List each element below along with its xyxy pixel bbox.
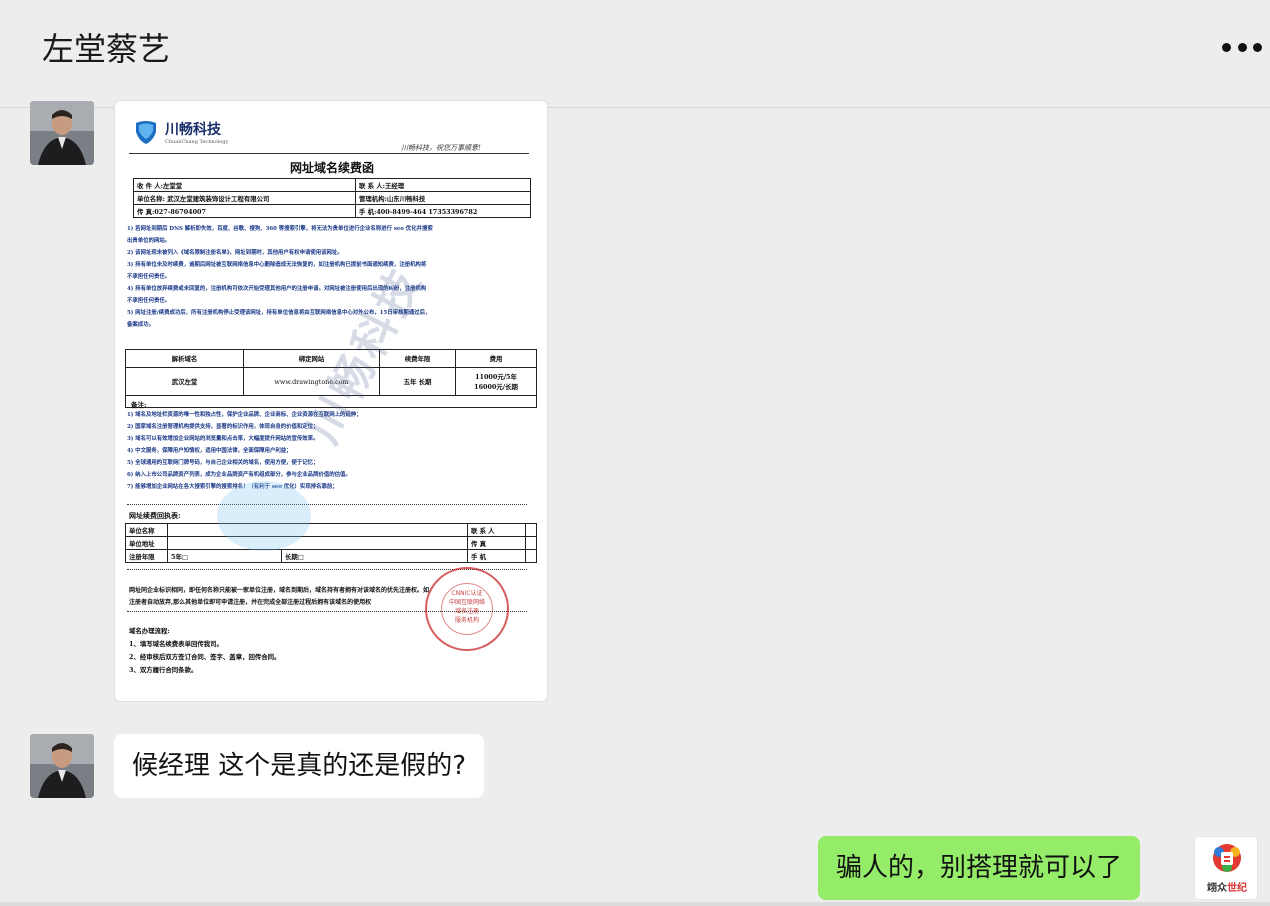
receipt-fax-value	[524, 536, 538, 550]
note-line: 1) 若网址到期后 DNS 解析即失效，百度、谷歌、搜狗、360 等搜索引擎，将…	[127, 226, 433, 232]
benefit-line: 7) 能够增加企业网站在各大搜索引擎的搜索排名！（有利于 seo 优化）实现排名…	[127, 484, 338, 490]
receipt-table: 单位名称 联 系 人 单位地址 传 真 注册年限 5年□ 长期□ 手 机	[125, 523, 538, 563]
info-contact: 联 系 人:王经理	[355, 178, 531, 192]
remarks-label: 备注:	[131, 401, 147, 409]
seal-line: CNNIC认证	[451, 590, 483, 597]
receipt-fax-label: 传 真	[466, 536, 526, 550]
input-area-edge	[0, 902, 1270, 906]
receipt-address-label: 单位地址	[125, 536, 168, 550]
notes-list: 1) 若网址到期后 DNS 解析即失效，百度、谷歌、搜狗、360 等搜索引擎，将…	[127, 223, 535, 331]
chat-header: 左堂蔡艺	[0, 0, 1270, 108]
receipt-contact-value	[524, 523, 538, 537]
info-fax: 传 真:027-86704007	[133, 204, 356, 218]
logo-name: 川畅科技	[165, 122, 221, 138]
message-bubble-sent[interactable]: 骗人的，别搭理就可以了	[818, 836, 1141, 900]
fee-cell: 11000元/5年 16000元/长期	[455, 367, 537, 396]
process-title: 域名办理流程:	[129, 627, 170, 635]
process-step: 2、经审核后双方签订合同、签字、盖章，回传合同。	[129, 653, 281, 661]
fee-header: 费用	[455, 349, 537, 368]
seal-line: 域名注册	[454, 608, 479, 615]
receipt-company-label: 单位名称	[125, 523, 168, 537]
info-company: 单位名称: 武汉左堂建筑装饰设计工程有限公司	[133, 191, 356, 205]
message-text: 候经理 这个是真的还是假的?	[132, 751, 467, 781]
process-section: 域名办理流程: 1、填写域名续费表单回传我司。 2、经审核后双方签订合同、签字、…	[129, 625, 280, 677]
brand-name: 翊众世纪	[1207, 883, 1247, 894]
red-seal-stamp: CNNIC认证 中国互联网络 域名注册 服务机构	[425, 567, 509, 651]
image-message[interactable]: 川畅科技 ChuanChang Technology 川畅科技，祝您万事顺意! …	[114, 100, 548, 702]
more-dots-icon[interactable]	[1222, 40, 1262, 54]
note-line: 不承担任何责任。	[127, 298, 171, 304]
shield-logo-icon	[136, 121, 156, 144]
info-recipient: 收 件 人:左堂堂	[133, 178, 356, 192]
benefit-line: 6) 纳入上市公司品牌资产列表，成为企业品牌资产有机组成部分，参与企业品牌价值的…	[127, 472, 351, 478]
fee-long-term: 16000元/长期	[474, 382, 518, 391]
avatar[interactable]	[30, 101, 94, 165]
info-mobile: 手 机:400-8499-464 17353396782	[355, 204, 531, 218]
receipt-years-label: 注册年限	[125, 549, 168, 563]
receipt-five-years: 5年□	[167, 549, 282, 563]
receipt-address-value	[167, 536, 468, 550]
dotted-divider	[127, 504, 527, 505]
note-line: 5) 网址注册/续费成功后，所有注册机构停止受理该网址，持有单位信息将由互联网络…	[127, 310, 431, 316]
message-text: 骗人的，别搭理就可以了	[836, 853, 1123, 883]
avatar[interactable]	[30, 734, 94, 798]
info-manager-org: 管理机构:山东川畅科技	[355, 191, 531, 205]
note-line: 2) 该网址现未被列入《域名限制注册名单》，网址到期时，其他用户有权申请使用该网…	[127, 250, 343, 256]
seal-line: 服务机构	[454, 617, 479, 624]
benefit-line: 5) 全球通用的互联网门牌号码，与自己企业相关的域名，使用方便，便于记忆；	[127, 460, 319, 466]
receipt-company-value	[167, 523, 468, 537]
process-step: 1、填写域名续费表单回传我司。	[129, 640, 223, 648]
receipt-mobile-value	[524, 549, 538, 563]
document-title: 网址域名续费函	[289, 161, 374, 175]
note-line: 3) 持有单位未及时续费，逾期后网址被互联网络信息中心删除造成无法恢复的，如注册…	[127, 262, 427, 268]
company-logo: 川畅科技 ChuanChang Technology	[133, 117, 293, 149]
note-line: 不承担任何责任。	[127, 274, 171, 280]
process-step: 3、双方履行合同条款。	[129, 666, 198, 674]
chat-title: 左堂蔡艺	[42, 30, 171, 68]
logo-subtitle: ChuanChang Technology	[165, 139, 229, 145]
my-avatar[interactable]: 翊众世纪	[1194, 836, 1258, 900]
receipt-contact-label: 联 系 人	[466, 523, 526, 537]
message-bubble-received[interactable]: 候经理 这个是真的还是假的?	[114, 734, 485, 798]
fee-header: 解析域名	[125, 349, 244, 368]
fee-cell: 五年 长期	[379, 367, 456, 396]
note-line: 备案成功。	[127, 322, 154, 328]
benefit-line: 4) 中文服务，保障用户知情权，适用中国法律，全面保障用户利益；	[127, 448, 292, 454]
fee-five-years: 11000元/5年	[475, 372, 517, 381]
watermark-shape	[217, 481, 311, 551]
seal-line: 中国互联网络	[448, 599, 485, 606]
note-line: 出贵单位的网站。	[127, 238, 171, 244]
note-line: 4) 持有单位放弃续费或未回复的，注册机构可依次开始受理其他用户的注册申请。对网…	[127, 286, 427, 292]
info-table: 收 件 人:左堂堂 联 系 人:王经理 单位名称: 武汉左堂建筑装饰设计工程有限…	[133, 178, 531, 218]
receipt-title: 网址续费回执表:	[129, 511, 181, 520]
receipt-long-term: 长期□	[281, 549, 468, 563]
slogan: 川畅科技，祝您万事顺意!	[401, 144, 481, 152]
divider	[129, 153, 529, 154]
brand-logo-icon	[1213, 844, 1241, 872]
receipt-mobile-label: 手 机	[466, 549, 526, 563]
fee-cell: 武汉左堂	[125, 367, 244, 396]
